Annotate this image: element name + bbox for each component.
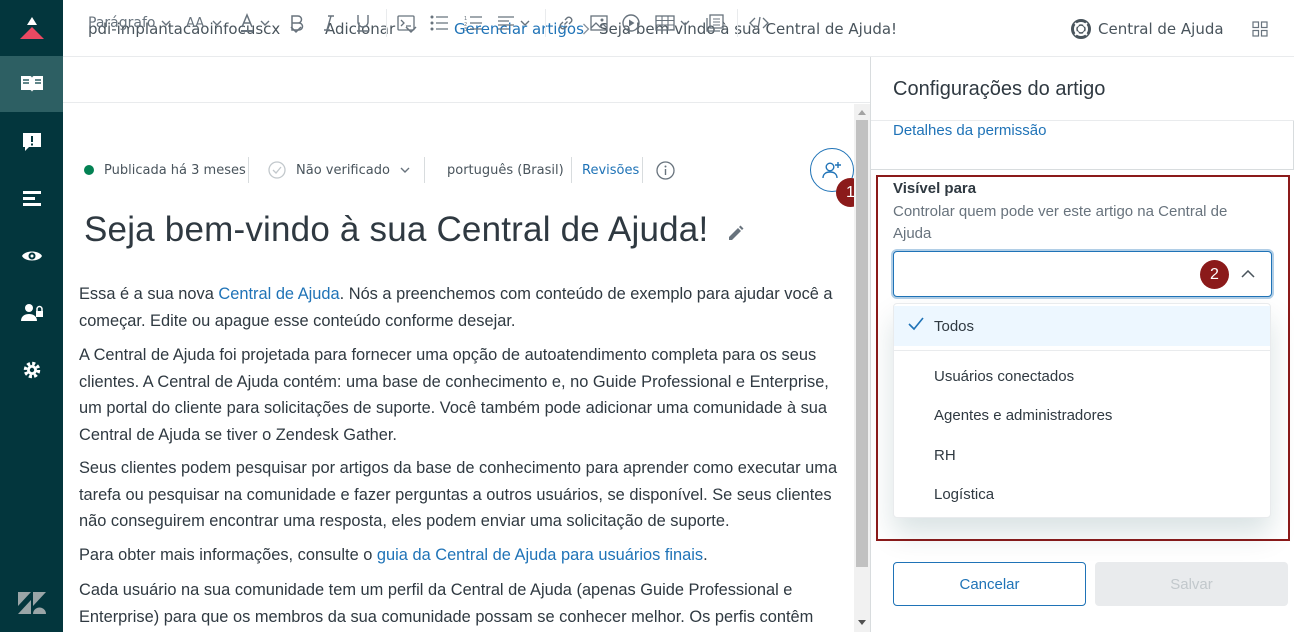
dropdown-divider [894,350,1270,351]
nav-preview-eye-icon[interactable] [0,228,63,284]
user-add-icon [822,160,842,180]
check-icon [908,317,924,335]
article-title[interactable]: Seja bem-vindo à sua Central de Ajuda! [84,210,746,252]
option-label: Logística [934,485,995,503]
chevron-down-icon [212,15,222,31]
end-user-guide-link[interactable]: guia da Central de Ajuda para usuários f… [377,546,703,564]
editor-toolbar [63,57,870,103]
save-button[interactable]: Salvar [1095,562,1288,606]
visible-to-label: Visível para [893,180,977,197]
nav-settings-gear-icon[interactable] [0,342,63,398]
underline-icon[interactable] [356,0,370,46]
font-size-select[interactable]: AA [186,0,222,46]
table-icon[interactable] [655,0,691,46]
language-label: português (Brasil) [447,162,564,178]
option-logistica[interactable]: Logística [894,474,1270,514]
left-nav [0,0,63,632]
scrollbar-thumb[interactable] [856,120,868,567]
source-code-icon[interactable] [749,0,769,46]
content-block-icon[interactable] [706,0,724,46]
help-center-link[interactable]: Central de Ajuda [1071,0,1224,57]
article-paragraph-3: Seus clientes podem pesquisar por artigo… [79,459,838,530]
verification-select[interactable]: Não verificado [268,155,410,185]
align-icon[interactable] [497,0,531,46]
video-play-icon[interactable] [622,0,640,46]
article-title-text: Seja bem-vindo à sua Central de Ajuda! [84,210,709,249]
verified-check-icon [268,161,286,179]
chevron-down-icon [161,15,171,31]
nav-articles-icon[interactable] [0,56,63,112]
numbered-list-icon[interactable]: 123 [464,0,482,46]
article-paragraph-2: A Central de Ajuda foi projetada para fo… [79,346,829,444]
bold-icon[interactable] [290,0,304,46]
publish-status: Publicada há 3 meses [84,155,246,185]
permission-details-link[interactable]: Detalhes da permissão [893,122,1046,139]
panel-title: Configurações do artigo [893,78,1106,100]
revisions-link[interactable]: Revisões [582,155,639,185]
toolbar-divider [545,9,546,37]
font-size-label: AA [186,15,205,31]
paragraph-text: Essa é a sua nova [79,285,219,303]
chevron-up-icon[interactable] [1238,264,1258,284]
guide-logo-icon[interactable] [0,0,63,56]
lifebuoy-icon [1071,18,1091,39]
meta-divider [424,157,425,183]
svg-text:3: 3 [464,27,467,31]
visible-to-hint: Controlar quem pode ver este artigo na C… [893,203,1228,242]
link-icon[interactable] [557,0,575,46]
paragraph-label: Parágrafo [88,15,156,31]
help-center-label: Central de Ajuda [1098,19,1224,38]
image-icon[interactable] [590,0,608,46]
paragraph-text: . [703,546,708,564]
nav-alerts-icon[interactable] [0,114,63,170]
help-center-inline-link[interactable]: Central de Ajuda [218,285,339,303]
meta-divider [642,157,643,183]
text-color-icon[interactable] [239,0,271,46]
chevron-down-icon [400,167,410,174]
nav-arrange-icon[interactable] [0,171,63,227]
verification-label: Não verificado [296,162,390,178]
italic-icon[interactable] [323,0,335,46]
zendesk-logo-icon [0,588,63,618]
scroll-up-arrow-icon[interactable] [854,104,870,120]
meta-divider [571,157,572,183]
toolbar-divider [386,9,387,37]
annotation-marker-2: 2 [1200,260,1229,289]
product-tray-grid-icon[interactable] [1252,0,1268,57]
scroll-down-arrow-icon[interactable] [854,614,870,630]
status-dot-icon [84,165,94,175]
bullet-list-icon[interactable] [430,0,448,46]
meta-divider [248,157,249,183]
option-todos[interactable]: Todos [894,306,1270,346]
option-usuarios-conectados[interactable]: Usuários conectados [894,356,1270,396]
paragraph-text: Para obter mais informações, consulte o [79,546,377,564]
info-icon[interactable] [656,155,675,185]
article-paragraph-5: Cada usuário na sua comunidade tem um pe… [79,581,814,626]
edit-pencil-icon[interactable] [726,212,746,252]
option-label: Usuários conectados [934,367,1075,385]
option-label: Todos [934,317,975,335]
article-paragraph-4: Para obter mais informações, consulte o … [79,542,839,569]
option-rh[interactable]: RH [894,435,1270,475]
nav-user-permissions-icon[interactable] [0,285,63,341]
article-paragraph-1: Essa é a sua nova Central de Ajuda. Nós … [79,281,839,334]
option-label: Agentes e administradores [934,406,1113,424]
breadcrumb-separator-icon [582,0,590,57]
toolbar-divider [737,9,738,37]
option-agentes-administradores[interactable]: Agentes e administradores [894,395,1270,435]
option-label: RH [934,446,956,464]
paragraph-format-select[interactable]: Parágrafo [88,0,171,46]
cancel-button[interactable]: Cancelar [893,562,1086,606]
publish-status-label: Publicada há 3 meses [104,162,246,178]
code-block-icon[interactable] [397,0,415,46]
